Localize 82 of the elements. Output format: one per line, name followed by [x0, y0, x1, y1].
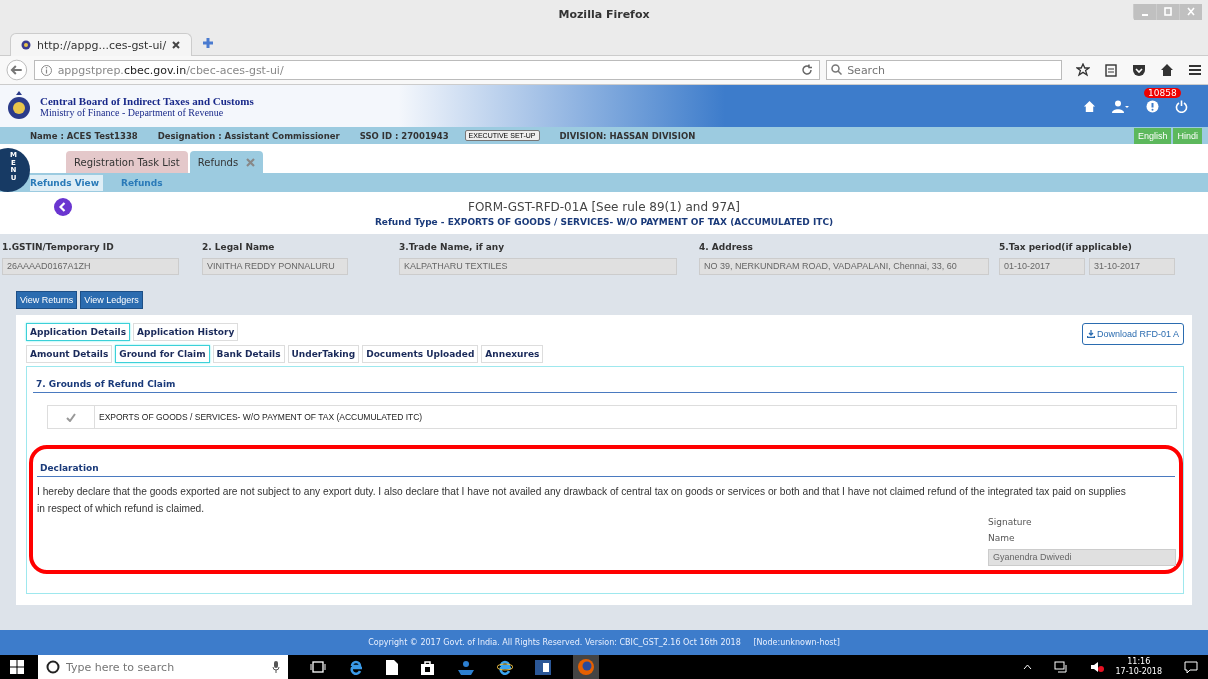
section-heading: Declaration	[37, 463, 1175, 477]
store-bag-icon[interactable]	[420, 659, 435, 675]
declaration-text: I hereby declare that the goods exported are not subject to any export duty. I also declare that I have not availed any drawback of central tax on goods or services or both and that I have not claimed refund of the integrated tax paid on supplies in respect of which refund is claimed.	[37, 485, 1127, 516]
home-icon[interactable]	[1160, 63, 1174, 77]
refund-type: Refund Type - EXPORTS OF GOODS / SERVICES- W/O PAYMENT OF TAX (ACCUMULATED ITC)	[374, 216, 834, 227]
alert-icon[interactable]	[1146, 99, 1159, 113]
taskbar-search-box[interactable]: Type here to search	[38, 655, 288, 679]
chevron-up-icon[interactable]	[1022, 664, 1032, 670]
close-icon[interactable]	[172, 41, 181, 49]
fox-globe-icon[interactable]	[577, 658, 595, 676]
ministry-name: Ministry of Finance - Department of Revenue	[40, 106, 225, 118]
tab[interactable]: Application History	[133, 323, 239, 341]
star-icon[interactable]	[1076, 63, 1090, 77]
speaker-muted-icon[interactable]	[1089, 661, 1104, 673]
action-button[interactable]: View Returns	[16, 291, 78, 309]
division: DIVISION: HASSAN DIVISION	[559, 130, 696, 141]
window-title: Mozilla Firefox	[558, 7, 650, 21]
download-icon	[1086, 330, 1095, 338]
section-heading: 7. Grounds of Refund Claim	[33, 379, 1177, 393]
emblem-icon	[21, 40, 31, 50]
field-label: 2. Legal Name	[202, 242, 276, 252]
clock-time: 11:16	[1127, 657, 1151, 667]
clock-date: 17-10-2018	[1115, 667, 1162, 677]
task-view-icon[interactable]	[310, 661, 326, 673]
input-field[interactable]: NO 39, NERKUNDRAM ROAD, VADAPALANI, Chennai, 33, 60	[699, 258, 989, 275]
field-label: 5.Tax period(if applicable)	[999, 242, 1133, 252]
tab[interactable]: Application Details	[26, 323, 131, 341]
tab[interactable]: Bank Details	[212, 345, 285, 363]
designation: Designation : Assistant Commissioner	[157, 130, 340, 141]
input-field[interactable]: 26AAAAD0167A1ZH	[2, 258, 179, 275]
tab[interactable]: Ground for Claim	[115, 345, 210, 363]
microphone-icon[interactable]	[272, 661, 280, 673]
info-icon[interactable]	[40, 64, 52, 76]
breadcrumb-link[interactable]: Refunds View	[30, 174, 103, 191]
app-tab[interactable]: Refunds	[189, 151, 264, 173]
field-label: 4. Address	[699, 242, 754, 252]
user-name: Name : ACES Test1338	[30, 130, 138, 141]
network-icon[interactable]	[1053, 661, 1068, 673]
file-icon[interactable]	[386, 659, 398, 675]
name-label: Name	[988, 533, 1015, 543]
input-field[interactable]: VINITHA REDDY PONNALURU	[202, 258, 348, 275]
tab[interactable]: UnderTaking	[287, 345, 360, 363]
power-icon[interactable]	[1175, 99, 1188, 113]
reload-icon[interactable]	[801, 64, 814, 76]
browser-e-icon[interactable]	[348, 659, 364, 675]
browser-tab[interactable]: http://appg...ces-gst-ui/	[10, 33, 192, 56]
tab[interactable]: Amount Details	[26, 345, 113, 363]
browser-e-icon[interactable]	[497, 659, 513, 675]
form-title: FORM-GST-RFD-01A [See rule 89(1) and 97A]	[468, 199, 740, 214]
tab[interactable]: Annexures	[481, 345, 544, 363]
field-label: 3.Trade Name, if any	[399, 242, 506, 252]
input-field[interactable]: Gyanendra Dwivedi	[988, 549, 1176, 566]
signature-label: Signature	[988, 517, 1032, 527]
search-field[interactable]: Search	[826, 60, 1062, 80]
input-field[interactable]: 01-10-2017	[999, 258, 1085, 275]
search-circle-icon	[46, 660, 60, 674]
action-button[interactable]: View Ledgers	[80, 291, 143, 309]
word-document-icon[interactable]	[535, 659, 551, 675]
taskbar-search-field[interactable]: Type here to search	[64, 659, 268, 675]
menu-icon[interactable]	[1188, 63, 1202, 77]
footer: Copyright © 2017 Govt. of India. All Rights Reserved. Version: CBIC_GST_2.16 Oct 16th 2018 [Node:unknown-host]	[0, 630, 1208, 655]
app-tab[interactable]: Registration Task List	[66, 151, 188, 173]
tab[interactable]: Documents Uploaded	[362, 345, 479, 363]
windows-start-icon[interactable]	[10, 660, 24, 674]
new-tab-icon[interactable]	[202, 37, 214, 49]
back-icon[interactable]	[6, 59, 28, 81]
download-button[interactable]: Download RFD-01 A	[1081, 323, 1184, 345]
field-label: 1.GSTIN/Temporary ID	[2, 242, 115, 252]
notification-icon[interactable]	[1184, 660, 1198, 674]
organization-name: Central Board of Indirect Taxes and Customs	[40, 94, 254, 107]
sso-id: SSO ID : 27001943	[359, 130, 449, 141]
ground-label: EXPORTS OF GOODS / SERVICES- W/O PAYMENT OF TAX (ACCUMULATED ITC)	[98, 412, 423, 422]
person-desk-icon[interactable]	[457, 659, 475, 675]
notification-badge: 10858	[1144, 87, 1181, 98]
pocket-icon[interactable]	[1132, 63, 1146, 77]
emblem-icon	[6, 91, 32, 121]
user-icon[interactable]	[1112, 99, 1130, 113]
address-field[interactable]: appgstprep.cbec.gov.in/cbec-aces-gst-ui/	[33, 60, 821, 80]
back-icon[interactable]	[54, 198, 72, 216]
input-field[interactable]: KALPATHARU TEXTILES	[399, 258, 677, 275]
reading-list-icon[interactable]	[1104, 63, 1118, 77]
input-field[interactable]: 31-10-2017	[1089, 258, 1175, 275]
